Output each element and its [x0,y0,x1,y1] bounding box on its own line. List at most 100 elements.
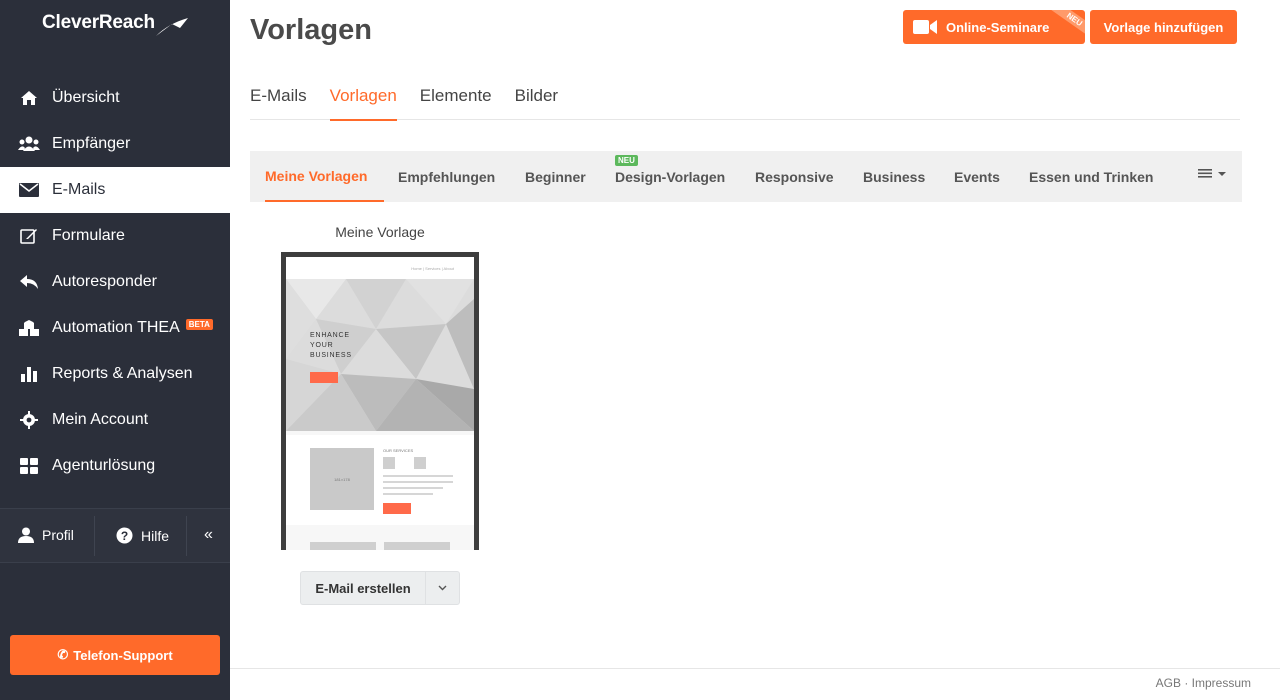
sidebar-item-automation-thea[interactable]: Automation THEA BETA [0,305,230,351]
edit-icon [18,225,40,247]
help-label: Hilfe [141,527,170,544]
template-category-tabs: Meine Vorlagen Empfehlungen Beginner NEU… [250,151,1242,202]
online-seminars-button[interactable]: Online-Seminare NEU [903,10,1085,44]
user-icon [18,527,34,543]
subtab-label: Beginner [525,168,586,185]
sidebar-item-label: Agenturlösung [52,457,156,474]
video-camera-icon [913,20,937,34]
list-icon [1198,169,1212,178]
sidebar-item-label: Empfänger [52,135,131,152]
template-card-title: Meine Vorlage [335,224,425,240]
paper-plane-icon [156,18,188,36]
svg-text:?: ? [121,529,128,543]
preview-services-button [383,503,411,514]
users-icon [18,133,40,155]
new-ribbon: NEU [1051,10,1085,39]
sidebar-item-label: E-Mails [52,181,106,198]
subtab-label: Business [863,168,926,185]
sidebar-item-mein-account[interactable]: Mein Account [0,397,230,443]
gear-icon [18,409,40,431]
phone-support-label: Telefon-Support [73,647,173,663]
sidebar-item-label: Übersicht [52,89,120,106]
sidebar-item-label: Reports & Analysen [52,365,193,382]
footer-divider [230,668,1280,669]
preview-block [384,542,450,550]
preview-text-line [383,487,443,489]
phone-icon: ✆ [57,647,69,662]
phone-support-button[interactable]: ✆ Telefon-Support [10,635,220,675]
sidebar-item-label: Automation THEA [52,319,180,336]
template-thumbnail[interactable]: Home | Services | About ENHANCE YOUR BUS… [281,252,479,550]
divider [186,516,187,556]
subtab-label: Design-Vorlagen [615,168,726,185]
logo-text: CleverReach [42,12,155,33]
preview-text-line [383,493,433,495]
add-template-button[interactable]: Vorlage hinzufügen [1090,10,1237,44]
reply-icon [18,271,40,293]
sidebar-item-label: Autoresponder [52,273,157,290]
sidebar-item-emails[interactable]: E-Mails [0,167,230,213]
preview-services-section: 181×178 OUR SERVICES [286,435,474,525]
profile-label: Profil [42,527,74,543]
preview-hero-button [310,372,338,383]
subtab-label: Empfehlungen [398,168,496,185]
sidebar-item-autoresponder[interactable]: Autoresponder [0,259,230,305]
new-badge: NEU [615,155,638,166]
tab-emails[interactable]: E-Mails [250,86,307,120]
help-link[interactable]: ? Hilfe [116,527,169,544]
subtab-beginner[interactable]: Beginner [525,151,586,202]
subtab-label: Essen und Trinken [1029,168,1154,185]
profile-link[interactable]: Profil [18,527,74,543]
caret-down-icon [1218,172,1226,176]
template-preview: Home | Services | About ENHANCE YOUR BUS… [286,257,474,550]
home-icon [18,87,40,109]
preview-icon-box [383,457,395,469]
online-seminars-label: Online-Seminare [946,19,1050,35]
logo[interactable]: CleverReach [42,12,188,36]
bar-chart-icon [18,363,40,385]
subtab-responsive[interactable]: Responsive [755,151,834,202]
subtab-events[interactable]: Events [954,151,1000,202]
subtab-essen-und-trinken[interactable]: Essen und Trinken [1029,151,1153,202]
subtab-label: Responsive [755,168,834,185]
sidebar-item-label: Mein Account [52,411,149,428]
tab-bilder[interactable]: Bilder [515,86,558,120]
sidebar-item-label: Formulare [52,227,125,244]
footer: AGB · Impressum [1156,676,1251,690]
footer-separator: · [1184,676,1189,690]
subtab-empfehlungen[interactable]: Empfehlungen [398,151,495,202]
preview-hero-text: ENHANCE YOUR BUSINESS [310,332,352,359]
subtab-business[interactable]: Business [863,151,925,202]
subtab-label: Meine Vorlagen [265,167,368,184]
subtab-label: Events [954,168,1000,185]
sidebar-item-agenturloesung[interactable]: Agenturlösung [0,443,230,489]
preview-block [310,542,376,550]
collapse-sidebar-button[interactable]: « [204,526,213,544]
create-email-dropdown[interactable] [425,571,460,605]
impressum-link[interactable]: Impressum [1192,676,1251,690]
preview-image-placeholder: 181×178 [310,448,374,510]
beta-badge: BETA [185,318,213,330]
preview-nav: Home | Services | About [286,257,474,279]
preview-text-line [383,475,453,477]
envelope-icon [18,179,40,201]
tab-elemente[interactable]: Elemente [420,86,492,120]
page-title: Vorlagen [250,14,372,46]
cubes-icon [18,317,40,339]
agb-link[interactable]: AGB [1156,676,1181,690]
preview-hero: ENHANCE YOUR BUSINESS [286,279,474,431]
sidebar-item-reports[interactable]: Reports & Analysen [0,351,230,397]
preview-services-title: OUR SERVICES [383,448,414,453]
subtab-design-vorlagen[interactable]: NEU Design-Vorlagen [615,151,725,202]
sidebar-item-formulare[interactable]: Formulare [0,213,230,259]
subtab-meine-vorlagen[interactable]: Meine Vorlagen [265,151,384,202]
preview-text-line [383,481,453,483]
divider [94,516,95,556]
create-email-button[interactable]: E-Mail erstellen [300,571,426,605]
more-categories-dropdown[interactable] [1198,168,1227,180]
sidebar-item-uebersicht[interactable]: Übersicht [0,75,230,121]
tab-vorlagen[interactable]: Vorlagen [329,86,397,121]
main-tabs: E-Mails Vorlagen Elemente Bilder [250,86,1240,121]
sidebar-item-empfaenger[interactable]: Empfänger [0,121,230,167]
sidebar: CleverReach Übersicht Empfänger E-Mails [0,0,230,700]
